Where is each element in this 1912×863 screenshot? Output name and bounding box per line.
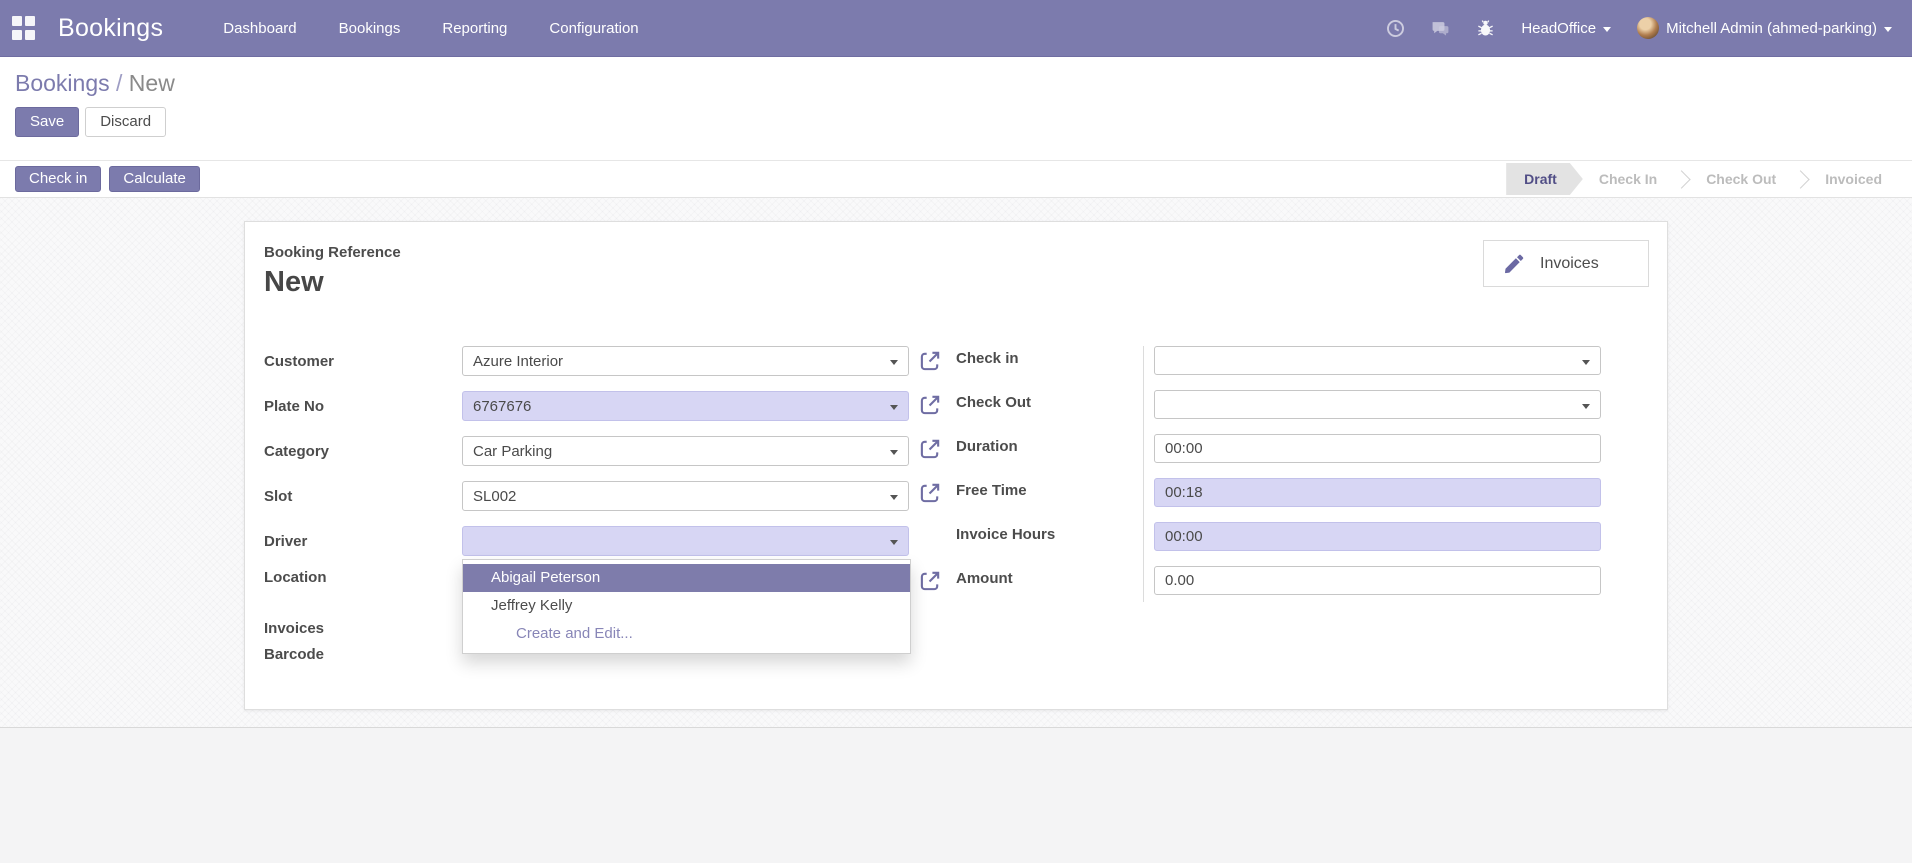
category-value: Car Parking (473, 443, 552, 460)
check-out-field-label: Check Out (956, 394, 1031, 411)
plate-no-value: 6767676 (473, 398, 531, 415)
bug-icon[interactable] (1476, 19, 1495, 38)
external-link-icon[interactable] (919, 349, 942, 372)
customer-select[interactable]: Azure Interior (462, 346, 909, 376)
company-name: HeadOffice (1521, 20, 1596, 37)
free-time-input[interactable] (1154, 478, 1601, 507)
top-navbar: Bookings Dashboard Bookings Reporting Co… (0, 0, 1912, 57)
status-step-check-in[interactable]: Check In (1583, 163, 1673, 195)
nav-item-configuration[interactable]: Configuration (547, 14, 640, 43)
save-button[interactable]: Save (15, 107, 79, 137)
caret-down-icon (890, 450, 898, 455)
plate-no-select[interactable]: 6767676 (462, 391, 909, 421)
location-label: Location (264, 569, 327, 586)
amount-input[interactable] (1154, 566, 1601, 595)
external-link-icon[interactable] (919, 481, 942, 504)
caret-down-icon (890, 405, 898, 410)
amount-label: Amount (956, 570, 1013, 587)
caret-down-icon (1582, 360, 1590, 365)
form-sheet: Booking Reference New Invoices Customer … (244, 221, 1668, 710)
app-brand[interactable]: Bookings (58, 14, 163, 43)
slot-value: SL002 (473, 488, 516, 505)
content-area: Booking Reference New Invoices Customer … (0, 198, 1912, 728)
caret-down-icon (1582, 404, 1590, 409)
external-link-icon[interactable] (919, 437, 942, 460)
column-separator (1143, 346, 1144, 602)
discard-button[interactable]: Discard (85, 107, 166, 137)
external-link-icon[interactable] (919, 569, 942, 592)
invoice-hours-input[interactable] (1154, 522, 1601, 551)
category-label: Category (264, 443, 329, 460)
breadcrumb: Bookings / New (15, 70, 175, 97)
status-step-draft[interactable]: Draft (1506, 163, 1583, 195)
external-link-icon[interactable] (919, 393, 942, 416)
status-step-check-out[interactable]: Check Out (1690, 163, 1792, 195)
caret-down-icon (890, 540, 898, 545)
breadcrumb-bookings-link[interactable]: Bookings (15, 70, 110, 96)
pencil-icon (1502, 252, 1526, 276)
dropdown-option-jeffrey-kelly[interactable]: Jeffrey Kelly (463, 592, 910, 620)
nav-item-reporting[interactable]: Reporting (440, 14, 509, 43)
booking-reference-label: Booking Reference (264, 244, 401, 261)
category-select[interactable]: Car Parking (462, 436, 909, 466)
check-in-button[interactable]: Check in (15, 166, 101, 192)
user-menu[interactable]: Mitchell Admin (ahmed-parking) (1637, 17, 1892, 39)
action-toolbar: Check in Calculate Draft Check In Check … (0, 160, 1912, 198)
check-in-field-label: Check in (956, 350, 1019, 367)
slot-label: Slot (264, 488, 292, 505)
plate-no-label: Plate No (264, 398, 324, 415)
status-chevron-icon (1672, 170, 1690, 188)
calculate-button[interactable]: Calculate (109, 166, 200, 192)
dropdown-option-abigail-peterson[interactable]: Abigail Peterson (463, 564, 910, 592)
driver-label: Driver (264, 533, 307, 550)
control-panel: Bookings / New Save Discard (0, 57, 1912, 160)
status-step-invoiced[interactable]: Invoiced (1809, 163, 1898, 195)
record-buttons: Save Discard (15, 107, 166, 137)
user-avatar (1637, 17, 1659, 39)
footer-space (0, 729, 1912, 863)
create-and-edit-option[interactable]: Create and Edit... (463, 620, 910, 647)
driver-dropdown: Abigail Peterson Jeffrey Kelly Create an… (462, 559, 911, 654)
nav-item-dashboard[interactable]: Dashboard (221, 14, 298, 43)
user-name: Mitchell Admin (ahmed-parking) (1666, 20, 1877, 37)
chevron-down-icon (1603, 27, 1611, 32)
customer-value: Azure Interior (473, 353, 563, 370)
statusbar: Draft Check In Check Out Invoiced (1506, 161, 1898, 197)
invoices-stat-button[interactable]: Invoices (1483, 240, 1649, 287)
chevron-down-icon (1884, 27, 1892, 32)
breadcrumb-separator: / (116, 70, 122, 96)
caret-down-icon (890, 360, 898, 365)
invoices-stat-button-label: Invoices (1540, 255, 1599, 273)
booking-reference-value: New (264, 266, 324, 299)
nav-item-bookings[interactable]: Bookings (337, 14, 403, 43)
company-switcher[interactable]: HeadOffice (1521, 20, 1611, 37)
check-in-select[interactable] (1154, 346, 1601, 375)
nav-menu: Dashboard Bookings Reporting Configurati… (221, 14, 640, 43)
customer-label: Customer (264, 353, 334, 370)
duration-label: Duration (956, 438, 1018, 455)
status-chevron-icon (1792, 170, 1810, 188)
driver-select[interactable] (462, 526, 909, 556)
check-out-select[interactable] (1154, 390, 1601, 419)
invoices-field-label: Invoices (264, 620, 324, 637)
nav-right-section: HeadOffice Mitchell Admin (ahmed-parking… (1386, 17, 1912, 39)
invoice-hours-label: Invoice Hours (956, 526, 1055, 543)
chat-icon[interactable] (1431, 19, 1450, 38)
caret-down-icon (890, 495, 898, 500)
free-time-label: Free Time (956, 482, 1027, 499)
duration-input[interactable] (1154, 434, 1601, 463)
barcode-label: Barcode (264, 646, 324, 663)
breadcrumb-current: New (129, 70, 175, 96)
apps-grid-icon[interactable] (12, 16, 36, 40)
bookings-app: Bookings Dashboard Bookings Reporting Co… (0, 0, 1912, 863)
clock-icon[interactable] (1386, 19, 1405, 38)
slot-select[interactable]: SL002 (462, 481, 909, 511)
